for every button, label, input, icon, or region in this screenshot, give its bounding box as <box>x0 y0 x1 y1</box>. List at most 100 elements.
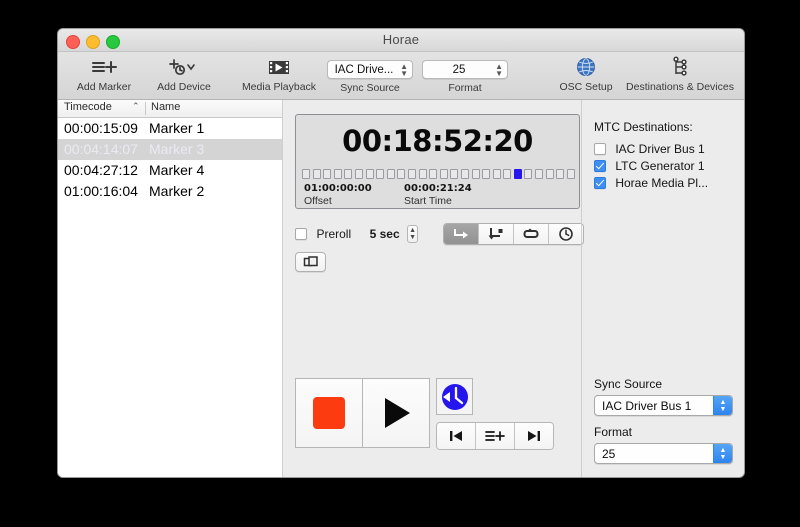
play-triangle-icon <box>379 394 413 432</box>
devices-tree-icon <box>620 54 740 80</box>
clock-sync-button[interactable] <box>436 378 473 415</box>
right-sidebar: MTC Destinations: IAC Driver Bus 1 LTC G… <box>581 100 744 477</box>
mtc-checkbox-ltc-generator-1[interactable] <box>594 159 606 172</box>
chevron-updown-icon: ▲ ▼ <box>713 444 732 463</box>
stop-button[interactable] <box>296 379 362 447</box>
minimize-button[interactable] <box>86 35 100 49</box>
row-timecode: 01:00:16:04 <box>64 183 138 199</box>
duplicate-icon <box>303 255 319 269</box>
row-name: Marker 1 <box>149 120 205 136</box>
led-cell <box>418 169 427 179</box>
sidebar-sync-source-field: Sync Source IAC Driver Bus 1 ▲ ▼ <box>594 377 733 416</box>
stop-square-icon <box>313 397 345 429</box>
blue-clock-icon <box>440 382 470 412</box>
table-row[interactable]: 00:04:14:07 Marker 3 <box>58 139 282 160</box>
zoom-button[interactable] <box>106 35 120 49</box>
window-title: Horae <box>382 32 420 47</box>
toolbar-sync-source-field: IAC Drive... ▲ ▼ Sync Source <box>327 60 413 94</box>
segment-goto-marker[interactable] <box>444 224 479 244</box>
segment-loop[interactable] <box>514 224 549 244</box>
skip-previous-icon <box>447 428 465 444</box>
led-cell <box>312 169 321 179</box>
row-timecode: 00:00:15:09 <box>64 120 138 136</box>
mtc-label: LTC Generator 1 <box>615 158 705 173</box>
mtc-destinations-title: MTC Destinations: <box>594 120 693 134</box>
led-progress-bar <box>302 169 575 179</box>
toolbar-add-device[interactable]: Add Device <box>146 54 222 93</box>
preroll-label: Preroll <box>316 227 352 241</box>
mtc-label: IAC Driver Bus 1 <box>615 141 705 156</box>
main-body: Timecode ⌃ Name 00:00:15:09 Marker 1 00:… <box>58 100 744 477</box>
toolbar-destinations-devices-label: Destinations & Devices <box>626 81 734 93</box>
preroll-checkbox[interactable] <box>295 228 307 240</box>
led-cell <box>566 169 575 179</box>
sidebar-format-popup[interactable]: 25 ▲ ▼ <box>594 443 733 464</box>
preroll-stepper[interactable]: ▲ ▼ <box>407 225 419 243</box>
column-header-timecode[interactable]: Timecode <box>64 101 112 113</box>
led-cell <box>471 169 480 179</box>
play-button[interactable] <box>362 379 429 447</box>
led-cell <box>439 169 448 179</box>
mode-segmented-control <box>443 223 584 245</box>
app-window: Horae Add Marker Add Device Media Playba… <box>57 28 745 478</box>
sidebar-sync-source-label: Sync Source <box>594 377 663 391</box>
toolbar-format-value: 25 <box>452 64 466 76</box>
toolbar-destinations-devices[interactable]: Destinations & Devices <box>620 54 740 93</box>
toolbar-osc-setup[interactable]: OSC Setup <box>548 54 624 93</box>
next-marker-button[interactable] <box>515 423 553 449</box>
led-cell <box>386 169 395 179</box>
toolbar-sync-source-popup[interactable]: IAC Drive... ▲ ▼ <box>327 60 413 79</box>
toolbar-media-playback-label: Media Playback <box>241 81 317 93</box>
toolbar-format-popup[interactable]: 25 ▲ ▼ <box>422 60 508 79</box>
led-cell <box>333 169 342 179</box>
led-cell <box>323 169 332 179</box>
current-timecode: 00:18:52:20 <box>342 124 533 158</box>
led-cell <box>460 169 469 179</box>
toolbar-media-playback[interactable]: Media Playback <box>228 54 330 93</box>
sidebar-sync-source-popup[interactable]: IAC Driver Bus 1 ▲ ▼ <box>594 395 733 416</box>
toolbar-add-device-label: Add Device <box>157 81 211 93</box>
skip-next-icon <box>525 428 543 444</box>
toolbar: Add Marker Add Device Media Playback IAC… <box>58 52 744 100</box>
previous-marker-button[interactable] <box>437 423 476 449</box>
column-divider[interactable] <box>145 102 146 115</box>
led-cell <box>407 169 416 179</box>
mtc-label: Horae Media Pl... <box>615 175 709 190</box>
segment-clock[interactable] <box>549 224 583 244</box>
led-cell <box>302 169 310 179</box>
timecode-display[interactable]: 00:18:52:20 01:00:00:00 Offset 00:00:21:… <box>295 114 580 209</box>
duplicate-button[interactable] <box>295 252 326 272</box>
led-cell <box>503 169 512 179</box>
mtc-destination-row[interactable]: LTC Generator 1 <box>594 158 705 173</box>
mtc-checkbox-horae-media-playback[interactable] <box>594 176 606 189</box>
led-cell <box>397 169 406 179</box>
sidebar-format-field: Format 25 ▲ ▼ <box>594 425 733 464</box>
offset-group: 01:00:00:00 Offset <box>304 183 372 207</box>
column-header-name[interactable]: Name <box>151 101 180 113</box>
chevron-updown-icon: ▲ ▼ <box>400 61 408 78</box>
mtc-destination-row[interactable]: Horae Media Pl... <box>594 175 708 190</box>
preroll-row: Preroll 5 sec ▲ ▼ <box>295 223 584 245</box>
table-row[interactable]: 00:04:27:12 Marker 4 <box>58 160 282 181</box>
chevron-updown-icon: ▲ ▼ <box>495 61 503 78</box>
table-row[interactable]: 00:00:15:09 Marker 1 <box>58 118 282 139</box>
start-time-value: 00:00:21:24 <box>404 183 472 194</box>
mtc-destination-row[interactable]: IAC Driver Bus 1 <box>594 141 705 156</box>
mtc-checkbox-iac-driver-bus-1[interactable] <box>594 142 606 155</box>
loop-repeat-icon <box>522 227 540 241</box>
offset-value: 01:00:00:00 <box>304 183 372 194</box>
chevron-updown-icon: ▲ ▼ <box>713 396 732 415</box>
led-cell <box>482 169 491 179</box>
preroll-seconds-value: 5 sec <box>369 227 400 241</box>
title-bar: Horae <box>58 29 744 52</box>
add-marker-button[interactable] <box>476 423 515 449</box>
arrow-down-hook-square-icon <box>487 227 505 241</box>
led-cell <box>354 169 363 179</box>
close-button[interactable] <box>66 35 80 49</box>
toolbar-add-marker[interactable]: Add Marker <box>66 54 142 93</box>
marker-list-header: Timecode ⌃ Name <box>58 100 282 118</box>
led-cell <box>429 169 438 179</box>
led-cell <box>365 169 374 179</box>
segment-jump-to-marker[interactable] <box>479 224 514 244</box>
table-row[interactable]: 01:00:16:04 Marker 2 <box>58 181 282 202</box>
